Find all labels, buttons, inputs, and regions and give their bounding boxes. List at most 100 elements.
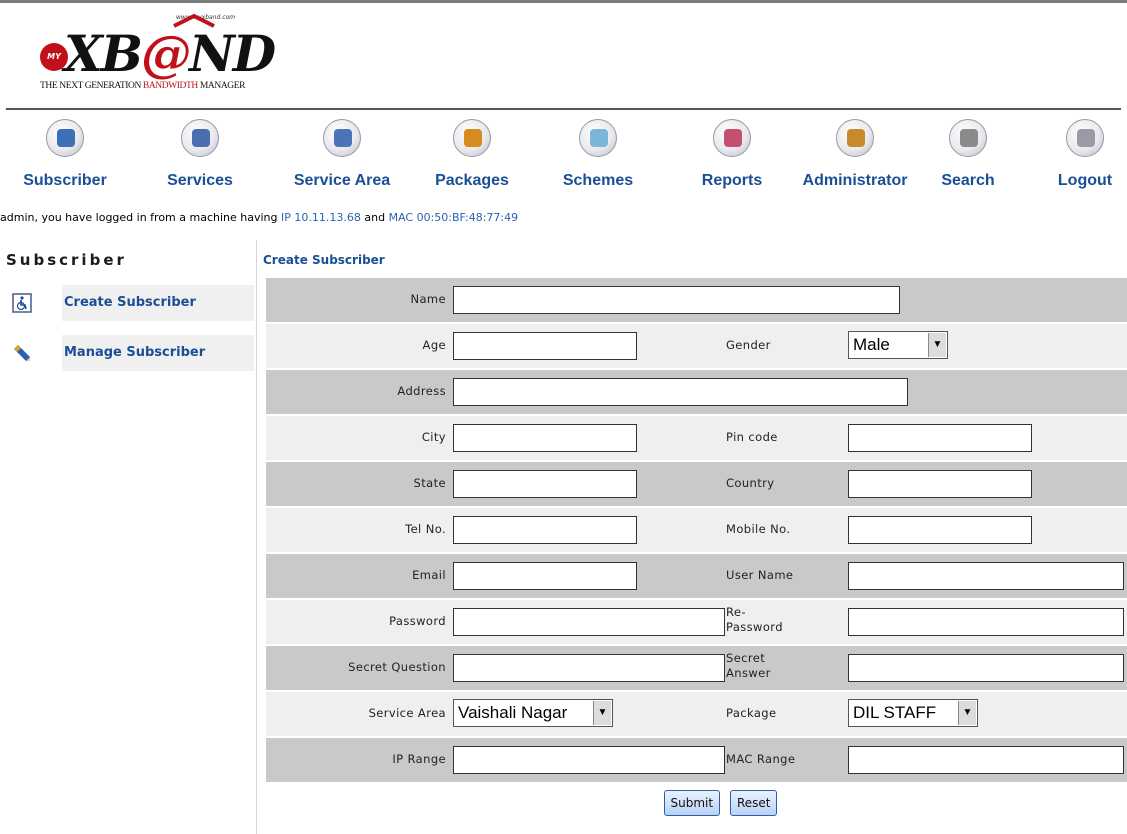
nav-label: Search [941, 172, 995, 189]
top-border [0, 0, 1127, 3]
country-input[interactable] [848, 470, 1032, 498]
country-label: Country [726, 476, 775, 490]
nav-label: Administrator [802, 172, 908, 189]
repassword-label-line: Re- [726, 605, 746, 619]
chevron-down-icon: ▼ [928, 333, 946, 357]
sidebar-title: Subscriber [6, 251, 127, 269]
package-label: Package [726, 706, 777, 720]
login-mac: MAC 00:50:BF:48:77:49 [388, 211, 519, 224]
tagline-part: MANAGER [197, 81, 246, 91]
state-input[interactable] [453, 470, 637, 498]
form-row-tel-mobile: Tel No. Mobile No. [266, 508, 1127, 552]
reset-button[interactable]: Reset [729, 790, 778, 816]
logo-brand: XB@ND [64, 24, 276, 84]
sidebar-item-create-subscriber[interactable]: Create Subscriber [6, 285, 254, 321]
mobile-input[interactable] [848, 516, 1032, 544]
nav-search[interactable]: Search [925, 116, 1011, 192]
service-area-icon [323, 119, 361, 157]
form-title: Create Subscriber [263, 253, 385, 267]
gender-select[interactable]: Male ▼ [848, 331, 948, 359]
secret-question-label-cell: Secret Question [266, 646, 446, 690]
username-input[interactable] [848, 562, 1124, 590]
nav-label: Service Area [293, 172, 391, 189]
tel-input[interactable] [453, 516, 637, 544]
tagline-part: THE NEXT GENERATION [40, 81, 143, 91]
pincode-input[interactable] [848, 424, 1032, 452]
form-row-password: Password Re- Password [266, 600, 1127, 644]
mac-range-label: MAC Range [726, 752, 796, 766]
administrator-icon [836, 119, 874, 157]
secret-question-label: Secret Question [348, 660, 446, 674]
sidebar-item-label: Create Subscriber [62, 285, 254, 321]
nav-schemes[interactable]: Schemes [548, 116, 648, 192]
repassword-label-line: Password [726, 620, 783, 634]
email-label-cell: Email [266, 554, 446, 598]
repassword-input[interactable] [848, 608, 1124, 636]
tagline-part: BANDWIDTH [142, 81, 198, 91]
login-info-text: admin, you have logged in from a machine… [0, 211, 282, 224]
form-row-name: Name [266, 278, 1127, 322]
secret-answer-input[interactable] [848, 654, 1124, 682]
gender-label: Gender [726, 338, 771, 352]
secret-answer-label-line: Answer [726, 666, 771, 680]
nav-reports[interactable]: Reports [687, 116, 777, 192]
age-label-cell: Age [266, 324, 446, 368]
nav-packages[interactable]: Packages [422, 116, 522, 192]
service-area-label: Service Area [368, 706, 446, 720]
tel-label-cell: Tel No. [266, 508, 446, 552]
city-label-cell: City [266, 416, 446, 460]
city-input[interactable] [453, 424, 637, 452]
ip-range-input[interactable] [453, 746, 725, 774]
sidebar-item-label: Manage Subscriber [62, 335, 254, 371]
ip-range-label-cell: IP Range [266, 738, 446, 782]
xband-logo: www.myxband.com MY XB@ND THE NEXT GENERA… [34, 12, 294, 102]
address-input[interactable] [453, 378, 908, 406]
age-input[interactable] [453, 332, 637, 360]
ip-range-label: IP Range [392, 752, 446, 766]
password-label: Password [389, 614, 446, 628]
form-row-ip-mac: IP Range MAC Range [266, 738, 1127, 782]
form-row-city-pincode: City Pin code [266, 416, 1127, 460]
mac-range-input[interactable] [848, 746, 1124, 774]
age-label: Age [422, 338, 446, 352]
content-divider [256, 240, 257, 834]
name-label-cell: Name [266, 278, 446, 322]
chevron-down-icon: ▼ [958, 701, 976, 725]
address-label: Address [397, 384, 446, 398]
name-input[interactable] [453, 286, 900, 314]
service-area-label-cell: Service Area [266, 692, 446, 736]
nav-administrator[interactable]: Administrator [795, 116, 915, 192]
package-value: DIL STAFF [853, 703, 937, 722]
form-row-address: Address [266, 370, 1127, 414]
sidebar-item-manage-subscriber[interactable]: Manage Subscriber [6, 335, 254, 371]
nav-subscriber[interactable]: Subscriber [10, 116, 120, 192]
pencil-icon [14, 345, 30, 361]
email-label: Email [412, 568, 446, 582]
nav-services[interactable]: Services [150, 116, 250, 192]
pincode-label: Pin code [726, 430, 778, 444]
submit-button[interactable]: Submit [663, 790, 721, 816]
package-select[interactable]: DIL STAFF ▼ [848, 699, 978, 727]
username-label: User Name [726, 568, 794, 582]
nav-service-area[interactable]: Service Area [282, 116, 402, 192]
password-input[interactable] [453, 608, 725, 636]
logo-brand-part: ND [189, 24, 276, 83]
logo-tagline: THE NEXT GENERATION BANDWIDTH MANAGER [40, 81, 246, 91]
nav-logout[interactable]: Logout [1043, 116, 1127, 192]
email-input[interactable] [453, 562, 637, 590]
logo-brand-at: @ [141, 24, 191, 83]
form-row-secret: Secret Question Secret Answer [266, 646, 1127, 690]
reports-icon [713, 119, 751, 157]
service-area-select[interactable]: Vaishali Nagar ▼ [453, 699, 613, 727]
service-area-value: Vaishali Nagar [458, 703, 568, 722]
form-row-state-country: State Country [266, 462, 1127, 506]
nav-label: Schemes [562, 172, 634, 189]
repassword-label: Re- Password [726, 605, 783, 635]
state-label: State [413, 476, 446, 490]
secret-question-input[interactable] [453, 654, 725, 682]
nav-label: Reports [701, 172, 763, 189]
login-ip: IP 10.11.13.68 [281, 211, 361, 224]
logout-icon [1066, 119, 1104, 157]
nav-label: Services [167, 172, 233, 189]
wheelchair-icon [12, 293, 32, 313]
